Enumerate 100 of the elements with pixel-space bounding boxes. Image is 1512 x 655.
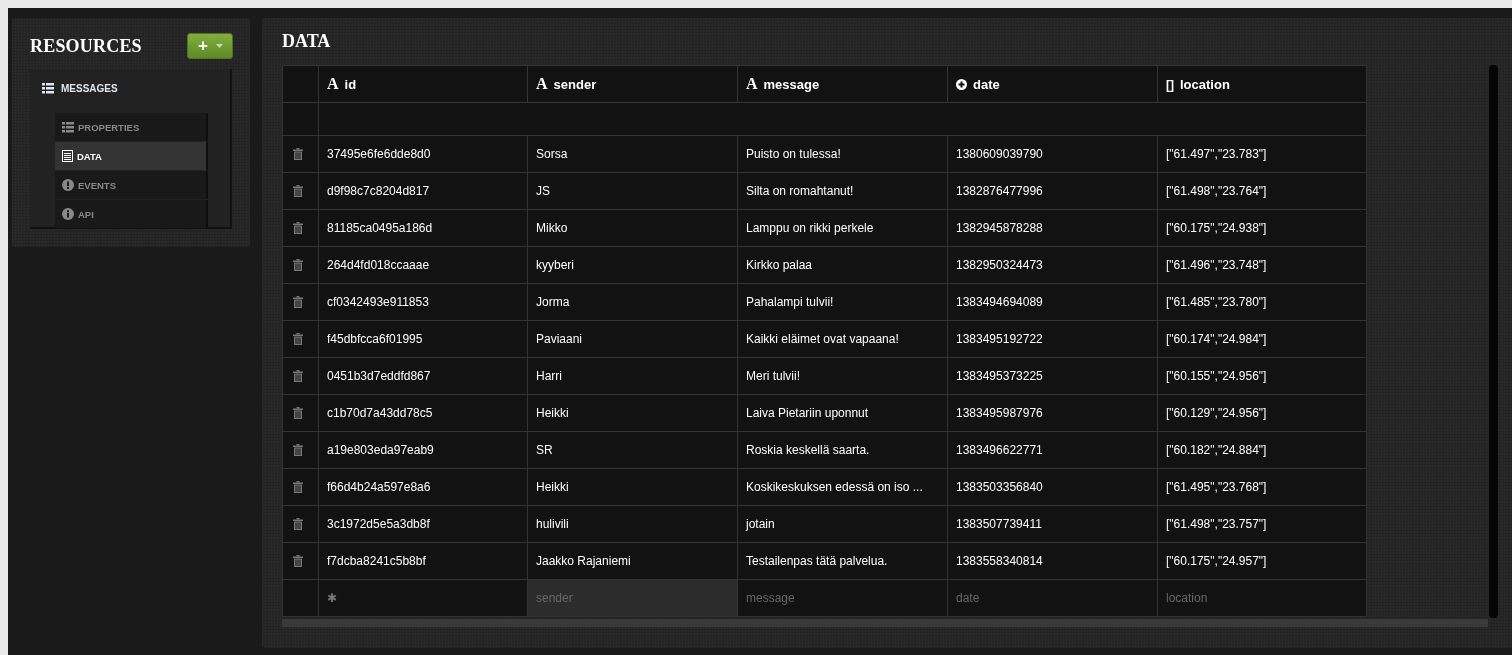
table-cell: 37495e6fe6dde8d0 bbox=[318, 135, 528, 173]
delete-icon[interactable] bbox=[293, 444, 303, 456]
table-cell: ["60.175","24.938"] bbox=[1157, 209, 1367, 247]
table-cell: Heikki bbox=[527, 468, 738, 506]
table-cell: 1380609039790 bbox=[947, 135, 1158, 173]
delete-icon[interactable] bbox=[293, 481, 303, 493]
scrollbar[interactable] bbox=[1489, 65, 1498, 618]
text-type-icon: A bbox=[327, 75, 339, 93]
column-header[interactable]: [] location bbox=[1157, 65, 1367, 103]
delete-icon[interactable] bbox=[293, 222, 303, 234]
delete-icon[interactable] bbox=[293, 555, 303, 567]
table-icon bbox=[62, 150, 73, 162]
table-cell: ["61.498","23.757"] bbox=[1157, 505, 1367, 543]
table-cell: ["60.182","24.884"] bbox=[1157, 431, 1367, 469]
table-cell: ["61.496","23.748"] bbox=[1157, 246, 1367, 284]
table-cell: Kaikki eläimet ovat vapaana! bbox=[737, 320, 948, 358]
delete-icon[interactable] bbox=[293, 296, 303, 308]
table-cell: a19e803eda97eab9 bbox=[318, 431, 528, 469]
input-field[interactable]: location bbox=[1158, 580, 1366, 616]
column-header[interactable]: A message bbox=[737, 65, 948, 103]
table-cell: 81185ca0495a186d bbox=[318, 209, 528, 247]
table-cell: Heikki bbox=[527, 394, 738, 432]
table-cell: 1382945878288 bbox=[947, 209, 1158, 247]
column-header[interactable]: A id bbox=[318, 65, 528, 103]
table-cell: JS bbox=[527, 172, 738, 210]
table-cell: SR bbox=[527, 431, 738, 469]
caret-icon bbox=[216, 44, 223, 48]
table-cell: ["61.498","23.764"] bbox=[1157, 172, 1367, 210]
table-cell: 1383495987976 bbox=[947, 394, 1158, 432]
table-cell: Mikko bbox=[527, 209, 738, 247]
table-cell: 1383558340814 bbox=[947, 542, 1158, 580]
table-cell: Meri tulvii! bbox=[737, 357, 948, 395]
delete-icon[interactable] bbox=[293, 518, 303, 530]
nav-item[interactable]: API bbox=[55, 200, 208, 228]
scrollbar[interactable] bbox=[282, 619, 1488, 627]
table-cell: ["61.497","23.783"] bbox=[1157, 135, 1367, 173]
delete-icon[interactable] bbox=[293, 407, 303, 419]
table-cell: f66d4b24a597e8a6 bbox=[318, 468, 528, 506]
table-cell: Testailenpas tätä palvelua. bbox=[737, 542, 948, 580]
asterisk-icon: ✱ bbox=[327, 591, 337, 605]
table-cell: Pahalampi tulvii! bbox=[737, 283, 948, 321]
column-header[interactable]: date bbox=[947, 65, 1158, 103]
table-cell: 264d4fd018ccaaae bbox=[318, 246, 528, 284]
table-cell: 1383507739411 bbox=[947, 505, 1158, 543]
table-cell: Harri bbox=[527, 357, 738, 395]
table-cell: Paviaani bbox=[527, 320, 738, 358]
nav-item[interactable]: PROPERTIES bbox=[55, 113, 208, 141]
table-cell: ["61.485","23.780"] bbox=[1157, 283, 1367, 321]
list-icon bbox=[42, 82, 54, 94]
table-cell: ["61.495","23.768"] bbox=[1157, 468, 1367, 506]
table-cell: 1383495192722 bbox=[947, 320, 1158, 358]
delete-icon[interactable] bbox=[293, 370, 303, 382]
resource-item[interactable]: MESSAGES bbox=[30, 77, 230, 99]
nav-item[interactable]: DATA bbox=[55, 142, 208, 170]
table-cell: Roskia keskellä saarta. bbox=[737, 431, 948, 469]
table-cell: ["60.174","24.984"] bbox=[1157, 320, 1367, 358]
table-cell: Koskikeskuksen edessä on iso ... bbox=[737, 468, 948, 506]
section-title: DATA bbox=[282, 31, 332, 53]
list-icon bbox=[62, 121, 74, 133]
table-cell: Jaakko Rajaniemi bbox=[527, 542, 738, 580]
delete-icon[interactable] bbox=[293, 333, 303, 345]
table-cell: Silta on romahtanut! bbox=[737, 172, 948, 210]
table-cell: d9f98c7c8204d817 bbox=[318, 172, 528, 210]
table-cell: 1382950324473 bbox=[947, 246, 1158, 284]
table-cell: 1382876477996 bbox=[947, 172, 1158, 210]
exclamation-icon bbox=[62, 179, 74, 191]
table-cell: 0451b3d7eddfd867 bbox=[318, 357, 528, 395]
table-cell: ["60.129","24.956"] bbox=[1157, 394, 1367, 432]
table-cell: Laiva Pietariin uponnut bbox=[737, 394, 948, 432]
table-cell: ["60.155","24.956"] bbox=[1157, 357, 1367, 395]
input-field[interactable]: sender bbox=[528, 580, 737, 616]
column-header[interactable]: A sender bbox=[527, 65, 738, 103]
sidebar-title: RESOURCES bbox=[30, 35, 142, 57]
info-icon bbox=[62, 208, 74, 220]
delete-icon[interactable] bbox=[293, 259, 303, 271]
array-type-icon: [] bbox=[1166, 77, 1174, 92]
table-cell: kyyberi bbox=[527, 246, 738, 284]
table-cell: Puisto on tulessa! bbox=[737, 135, 948, 173]
delete-icon[interactable] bbox=[293, 185, 303, 197]
table-cell: Lamppu on rikki perkele bbox=[737, 209, 948, 247]
input-field[interactable]: message bbox=[738, 580, 947, 616]
table-cell: Sorsa bbox=[527, 135, 738, 173]
table-cell: f45dbfcca6f01995 bbox=[318, 320, 528, 358]
table-cell: Kirkko palaa bbox=[737, 246, 948, 284]
nav-item[interactable]: EVENTS bbox=[55, 171, 208, 199]
text-type-icon: A bbox=[536, 75, 548, 93]
number-type-icon bbox=[956, 79, 967, 91]
table-cell: 1383494694089 bbox=[947, 283, 1158, 321]
delete-icon[interactable] bbox=[293, 148, 303, 160]
table-cell: ["60.175","24.957"] bbox=[1157, 542, 1367, 580]
table-cell: 3c1972d5e5a3db8f bbox=[318, 505, 528, 543]
table-cell: c1b70d7a43dd78c5 bbox=[318, 394, 528, 432]
text-type-icon: A bbox=[746, 75, 758, 93]
table-cell: jotain bbox=[737, 505, 948, 543]
input-field[interactable]: date bbox=[948, 580, 1157, 616]
table-cell: 1383496622771 bbox=[947, 431, 1158, 469]
table-cell: Jorma bbox=[527, 283, 738, 321]
table-cell: 1383495373225 bbox=[947, 357, 1158, 395]
table-cell: 1383503356840 bbox=[947, 468, 1158, 506]
table-cell: cf0342493e911853 bbox=[318, 283, 528, 321]
